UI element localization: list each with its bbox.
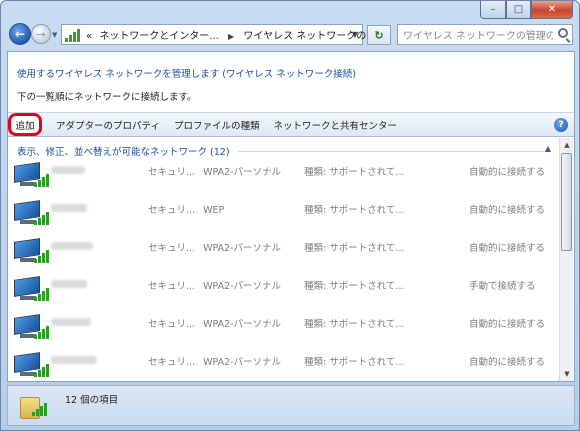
vertical-scrollbar[interactable]: ▲ ▼	[559, 138, 573, 381]
security-value: WPA2-パーソナル	[203, 357, 282, 368]
refresh-button[interactable]: ↻	[367, 25, 391, 45]
connection-mode: 手動で接続する	[469, 281, 536, 292]
wireless-network-icon	[14, 200, 49, 228]
security-field: セキュリ... WEP	[148, 202, 224, 216]
connection-mode: 自動的に接続する	[469, 357, 546, 368]
chevron-right-icon[interactable]: ▶	[228, 32, 234, 41]
item-count: 12 個の項目	[65, 395, 119, 406]
address-bar[interactable]: « ネットワークとインター... ▶ ワイヤレス ネットワークの管理 ▼	[61, 24, 386, 45]
security-label: セキュリ...	[148, 243, 196, 254]
group-divider	[237, 150, 547, 152]
add-button-label: 追加	[15, 120, 35, 132]
back-button[interactable]: ←	[9, 23, 31, 45]
window: – □ ✕ ← → ▼ « ネットワークとインター... ▶ ワイヤレス ネット…	[0, 0, 580, 431]
network-name-blurred	[51, 318, 91, 326]
security-field: セキュリ... WPA2-パーソナル	[148, 278, 281, 292]
search-input[interactable]: ワイヤレス ネットワークの管理の検索	[397, 24, 573, 45]
adapter-properties-button[interactable]: アダプターのプロパティ	[56, 118, 160, 132]
security-field: セキュリ... WPA2-パーソナル	[148, 164, 281, 178]
network-sharing-center-button[interactable]: ネットワークと共有センター	[273, 118, 397, 132]
list-item[interactable]: セキュリ... WEP 種類: サポートされて... 自動的に接続する	[8, 193, 556, 231]
security-label: セキュリ...	[148, 357, 196, 368]
list-item[interactable]: セキュリ... WPA2-パーソナル 種類: サポートされて... 自動的に接続す…	[8, 231, 556, 269]
wireless-signal-icon	[65, 28, 80, 42]
connection-mode: 自動的に接続する	[469, 319, 546, 330]
security-field: セキュリ... WPA2-パーソナル	[148, 316, 281, 330]
security-value: WPA2-パーソナル	[203, 167, 282, 178]
list-item[interactable]: セキュリ... WPA2-パーソナル 種類: サポートされて... 手動で接続する	[8, 269, 556, 307]
collapse-icon[interactable]: ▲	[545, 144, 551, 153]
security-label: セキュリ...	[148, 205, 196, 216]
help-icon[interactable]: ?	[554, 118, 568, 132]
network-type: 種類: サポートされて...	[304, 357, 405, 368]
wireless-network-icon	[14, 314, 49, 342]
connection-mode: 自動的に接続する	[469, 167, 546, 178]
network-name-blurred	[51, 204, 87, 212]
wireless-network-icon	[14, 352, 49, 380]
content-pane: 使用するワイヤレス ネットワークを管理します (ワイヤレス ネットワーク接続) …	[7, 51, 575, 382]
breadcrumb-network-internet[interactable]: ネットワークとインター...	[99, 31, 219, 42]
security-label: セキュリ...	[148, 319, 196, 330]
network-name-blurred	[51, 356, 97, 364]
breadcrumb-manage-wireless[interactable]: ワイヤレス ネットワークの管理	[243, 31, 386, 42]
security-value: WPA2-パーソナル	[203, 319, 282, 330]
network-type: 種類: サポートされて...	[304, 205, 405, 216]
command-bar: 追加 アダプターのプロパティ プロファイルの種類 ネットワークと共有センター ?	[8, 112, 574, 137]
network-list: セキュリ... WPA2-パーソナル 種類: サポートされて... 自動的に接続す…	[8, 155, 556, 383]
network-name-blurred	[51, 280, 87, 288]
network-type: 種類: サポートされて...	[304, 167, 405, 178]
network-type: 種類: サポートされて...	[304, 243, 405, 254]
security-label: セキュリ...	[148, 281, 196, 292]
forward-button[interactable]: →	[31, 24, 51, 44]
details-pane: 12 個の項目	[7, 385, 575, 426]
chevron-down-icon[interactable]: ▼	[352, 30, 358, 39]
navigation-bar: ← → ▼ « ネットワークとインター... ▶ ワイヤレス ネットワークの管理…	[7, 23, 575, 47]
list-item[interactable]: セキュリ... WPA2-パーソナル 種類: サポートされて... 自動的に接続す…	[8, 155, 556, 193]
scroll-down-icon[interactable]: ▼	[560, 367, 574, 381]
add-button[interactable]: 追加	[8, 113, 42, 136]
network-type: 種類: サポートされて...	[304, 281, 405, 292]
caption-buttons: – □ ✕	[480, 1, 573, 19]
breadcrumb: « ネットワークとインター... ▶ ワイヤレス ネットワークの管理	[86, 27, 386, 42]
close-icon[interactable]: ✕	[531, 1, 573, 19]
wireless-folder-icon	[20, 391, 50, 421]
maximize-icon[interactable]: □	[506, 1, 531, 19]
search-placeholder: ワイヤレス ネットワークの管理の検索	[403, 31, 553, 42]
wireless-network-icon	[14, 238, 49, 266]
page-subtitle: 下の一覧順にネットワークに接続します。	[17, 92, 197, 103]
refresh-icon: ↻	[374, 28, 384, 42]
back-arrow-icon: ←	[14, 27, 26, 41]
security-value: WPA2-パーソナル	[203, 243, 282, 254]
security-value: WEP	[203, 205, 225, 216]
network-name-blurred	[51, 242, 93, 250]
security-label: セキュリ...	[148, 167, 196, 178]
recent-pages-dropdown[interactable]: ▼	[52, 31, 57, 39]
security-field: セキュリ... WPA2-パーソナル	[148, 354, 281, 368]
list-item[interactable]: セキュリ... WPA2-パーソナル 種類: サポートされて... 自動的に接続す…	[8, 345, 556, 383]
search-icon[interactable]	[558, 28, 568, 38]
network-name-blurred	[51, 166, 85, 174]
page-title: 使用するワイヤレス ネットワークを管理します (ワイヤレス ネットワーク接続)	[17, 69, 356, 80]
profile-types-button[interactable]: プロファイルの種類	[174, 118, 260, 132]
network-type: 種類: サポートされて...	[304, 319, 405, 330]
connection-mode: 自動的に接続する	[469, 205, 546, 216]
breadcrumb-history[interactable]: «	[86, 31, 92, 42]
wireless-network-icon	[14, 276, 49, 304]
wireless-network-icon	[14, 162, 49, 190]
security-value: WPA2-パーソナル	[203, 281, 282, 292]
connection-mode: 自動的に接続する	[469, 243, 546, 254]
scroll-up-icon[interactable]: ▲	[560, 138, 574, 152]
list-item[interactable]: セキュリ... WPA2-パーソナル 種類: サポートされて... 自動的に接続す…	[8, 307, 556, 345]
minimize-icon[interactable]: –	[480, 1, 506, 19]
forward-arrow-icon: →	[36, 27, 46, 41]
security-field: セキュリ... WPA2-パーソナル	[148, 240, 281, 254]
scroll-thumb[interactable]	[561, 153, 572, 251]
